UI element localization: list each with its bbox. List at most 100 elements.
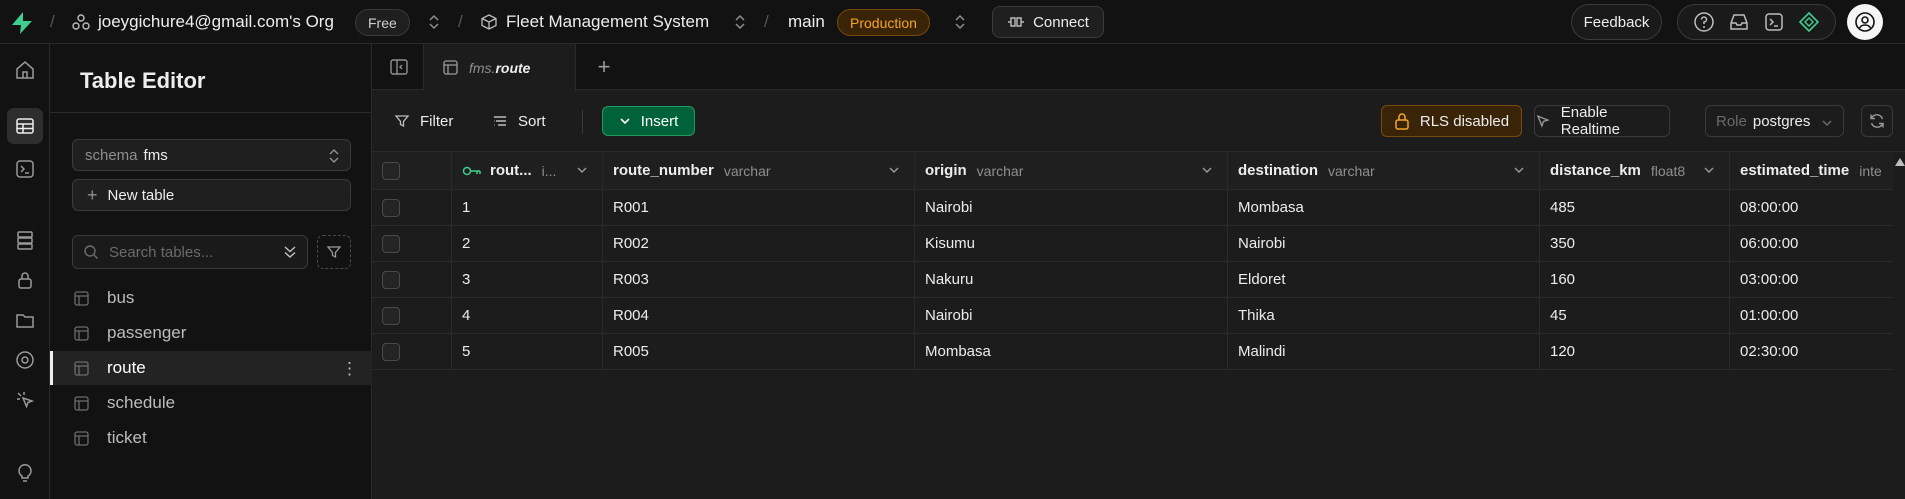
table-cell[interactable]: 45 xyxy=(1540,298,1730,333)
column-header[interactable]: destination varchar xyxy=(1228,152,1540,189)
help-icon[interactable] xyxy=(1693,11,1715,33)
table-cell[interactable]: 350 xyxy=(1540,226,1730,261)
tab-route[interactable]: fms.route xyxy=(424,44,576,91)
table-cell[interactable]: R001 xyxy=(603,190,915,225)
table-cell[interactable]: Mombasa xyxy=(1228,190,1540,225)
table-row[interactable]: 5 R005 Mombasa Malindi 120 02:30:00 xyxy=(372,334,1905,370)
org-switch-chevrons-icon[interactable] xyxy=(428,13,440,31)
home-nav[interactable] xyxy=(7,52,43,88)
storage-nav[interactable] xyxy=(7,302,43,338)
table-row[interactable]: 4 R004 Nairobi Thika 45 01:00:00 xyxy=(372,298,1905,334)
refresh-button[interactable] xyxy=(1861,105,1893,137)
row-checkbox[interactable] xyxy=(382,198,400,217)
more-options-icon[interactable]: ⋮ xyxy=(341,359,358,379)
table-cell[interactable]: 160 xyxy=(1540,262,1730,297)
table-cell[interactable]: Thika xyxy=(1228,298,1540,333)
rls-disabled-button[interactable]: RLS disabled xyxy=(1381,105,1522,137)
database-nav[interactable] xyxy=(7,222,43,258)
sidebar-item-ticket[interactable]: ticket xyxy=(50,421,372,455)
table-cell[interactable]: Nakuru xyxy=(915,262,1228,297)
table-cell[interactable]: 01:00:00 xyxy=(1730,298,1905,333)
double-chevron-down-icon[interactable] xyxy=(283,245,297,259)
row-checkbox[interactable] xyxy=(382,234,400,253)
org-selector[interactable]: joeygichure4@gmail.com's Org xyxy=(72,12,334,32)
role-select[interactable]: Role postgres xyxy=(1705,105,1844,137)
edge-functions-nav[interactable] xyxy=(7,342,43,378)
vertical-scrollbar[interactable] xyxy=(1893,152,1905,499)
new-table-button[interactable]: + New table xyxy=(72,179,351,211)
table-row[interactable]: 1 R001 Nairobi Mombasa 485 08:00:00 xyxy=(372,190,1905,226)
toolbar-separator xyxy=(582,110,583,134)
table-cell[interactable]: 3 xyxy=(452,262,603,297)
table-cell[interactable]: 120 xyxy=(1540,334,1730,369)
table-cell[interactable]: 2 xyxy=(452,226,603,261)
supabase-logo-icon[interactable] xyxy=(9,11,35,35)
sidebar-item-bus[interactable]: bus xyxy=(50,281,372,315)
column-header[interactable]: estimated_time inte xyxy=(1730,152,1905,189)
table-cell[interactable]: 4 xyxy=(452,298,603,333)
column-header[interactable]: distance_km float8 xyxy=(1540,152,1730,189)
table-row[interactable]: 3 R003 Nakuru Eldoret 160 03:00:00 xyxy=(372,262,1905,298)
sidebar-item-passenger[interactable]: passenger xyxy=(50,316,372,350)
column-header[interactable]: route_number varchar xyxy=(603,152,915,189)
table-cell[interactable]: Nairobi xyxy=(1228,226,1540,261)
table-editor-nav[interactable] xyxy=(7,108,43,144)
sort-button[interactable]: Sort xyxy=(492,107,546,135)
table-cell[interactable]: 5 xyxy=(452,334,603,369)
table-row[interactable]: 2 R002 Kisumu Nairobi 350 06:00:00 xyxy=(372,226,1905,262)
table-cell[interactable]: R003 xyxy=(603,262,915,297)
table-cell[interactable]: 485 xyxy=(1540,190,1730,225)
sidebar-collapse-icon[interactable] xyxy=(388,56,410,78)
branch-selector[interactable]: main xyxy=(788,12,825,32)
row-checkbox[interactable] xyxy=(382,270,400,289)
table-cell[interactable]: 03:00:00 xyxy=(1730,262,1905,297)
realtime-nav[interactable] xyxy=(7,382,43,418)
project-selector[interactable]: Fleet Management System xyxy=(480,12,709,32)
insert-button[interactable]: Insert xyxy=(602,106,695,136)
add-tab-icon[interactable]: + xyxy=(593,54,615,79)
table-cell[interactable]: Nairobi xyxy=(915,298,1228,333)
table-cell[interactable]: 1 xyxy=(452,190,603,225)
chevron-down-icon[interactable] xyxy=(1703,164,1715,176)
branch-switch-chevrons-icon[interactable] xyxy=(954,13,966,31)
sidebar-item-route[interactable]: route ⋮ xyxy=(50,351,372,385)
table-cell[interactable]: R004 xyxy=(603,298,915,333)
table-cell[interactable]: Malindi xyxy=(1228,334,1540,369)
search-input[interactable] xyxy=(109,243,274,261)
schema-select[interactable]: schema fms xyxy=(72,139,351,171)
scroll-up-arrow-icon[interactable] xyxy=(1895,158,1905,166)
table-cell[interactable]: 06:00:00 xyxy=(1730,226,1905,261)
user-avatar[interactable] xyxy=(1847,4,1883,40)
connect-button[interactable]: Connect xyxy=(992,6,1104,38)
chevron-down-icon[interactable] xyxy=(1513,164,1525,176)
row-checkbox[interactable] xyxy=(382,306,400,325)
table-search[interactable] xyxy=(72,235,308,269)
filter-tables-button[interactable] xyxy=(317,235,351,269)
auth-nav[interactable] xyxy=(7,262,43,298)
table-cell[interactable]: 02:30:00 xyxy=(1730,334,1905,369)
sql-editor-nav[interactable] xyxy=(7,151,43,187)
sidebar-item-schedule[interactable]: schedule xyxy=(50,386,372,420)
feedback-button[interactable]: Feedback xyxy=(1571,4,1662,40)
advisors-nav[interactable] xyxy=(7,454,43,490)
assistant-diamond-icon[interactable] xyxy=(1798,11,1820,33)
terminal-icon[interactable] xyxy=(1763,11,1785,33)
select-all-checkbox[interactable] xyxy=(382,161,400,180)
table-cell[interactable]: Nairobi xyxy=(915,190,1228,225)
row-checkbox[interactable] xyxy=(382,342,400,361)
inbox-icon[interactable] xyxy=(1728,11,1750,33)
table-cell[interactable]: Mombasa xyxy=(915,334,1228,369)
chevron-down-icon[interactable] xyxy=(888,164,900,176)
filter-button[interactable]: Filter xyxy=(394,107,453,135)
chevron-down-icon[interactable] xyxy=(1201,164,1213,176)
table-cell[interactable]: Eldoret xyxy=(1228,262,1540,297)
column-header[interactable]: origin varchar xyxy=(915,152,1228,189)
enable-realtime-button[interactable]: Enable Realtime xyxy=(1534,104,1670,138)
chevron-down-icon[interactable] xyxy=(576,164,588,176)
table-cell[interactable]: Kisumu xyxy=(915,226,1228,261)
table-cell[interactable]: 08:00:00 xyxy=(1730,190,1905,225)
table-cell[interactable]: R005 xyxy=(603,334,915,369)
project-switch-chevrons-icon[interactable] xyxy=(734,13,746,31)
table-cell[interactable]: R002 xyxy=(603,226,915,261)
column-header[interactable]: rout... i... xyxy=(452,152,603,189)
